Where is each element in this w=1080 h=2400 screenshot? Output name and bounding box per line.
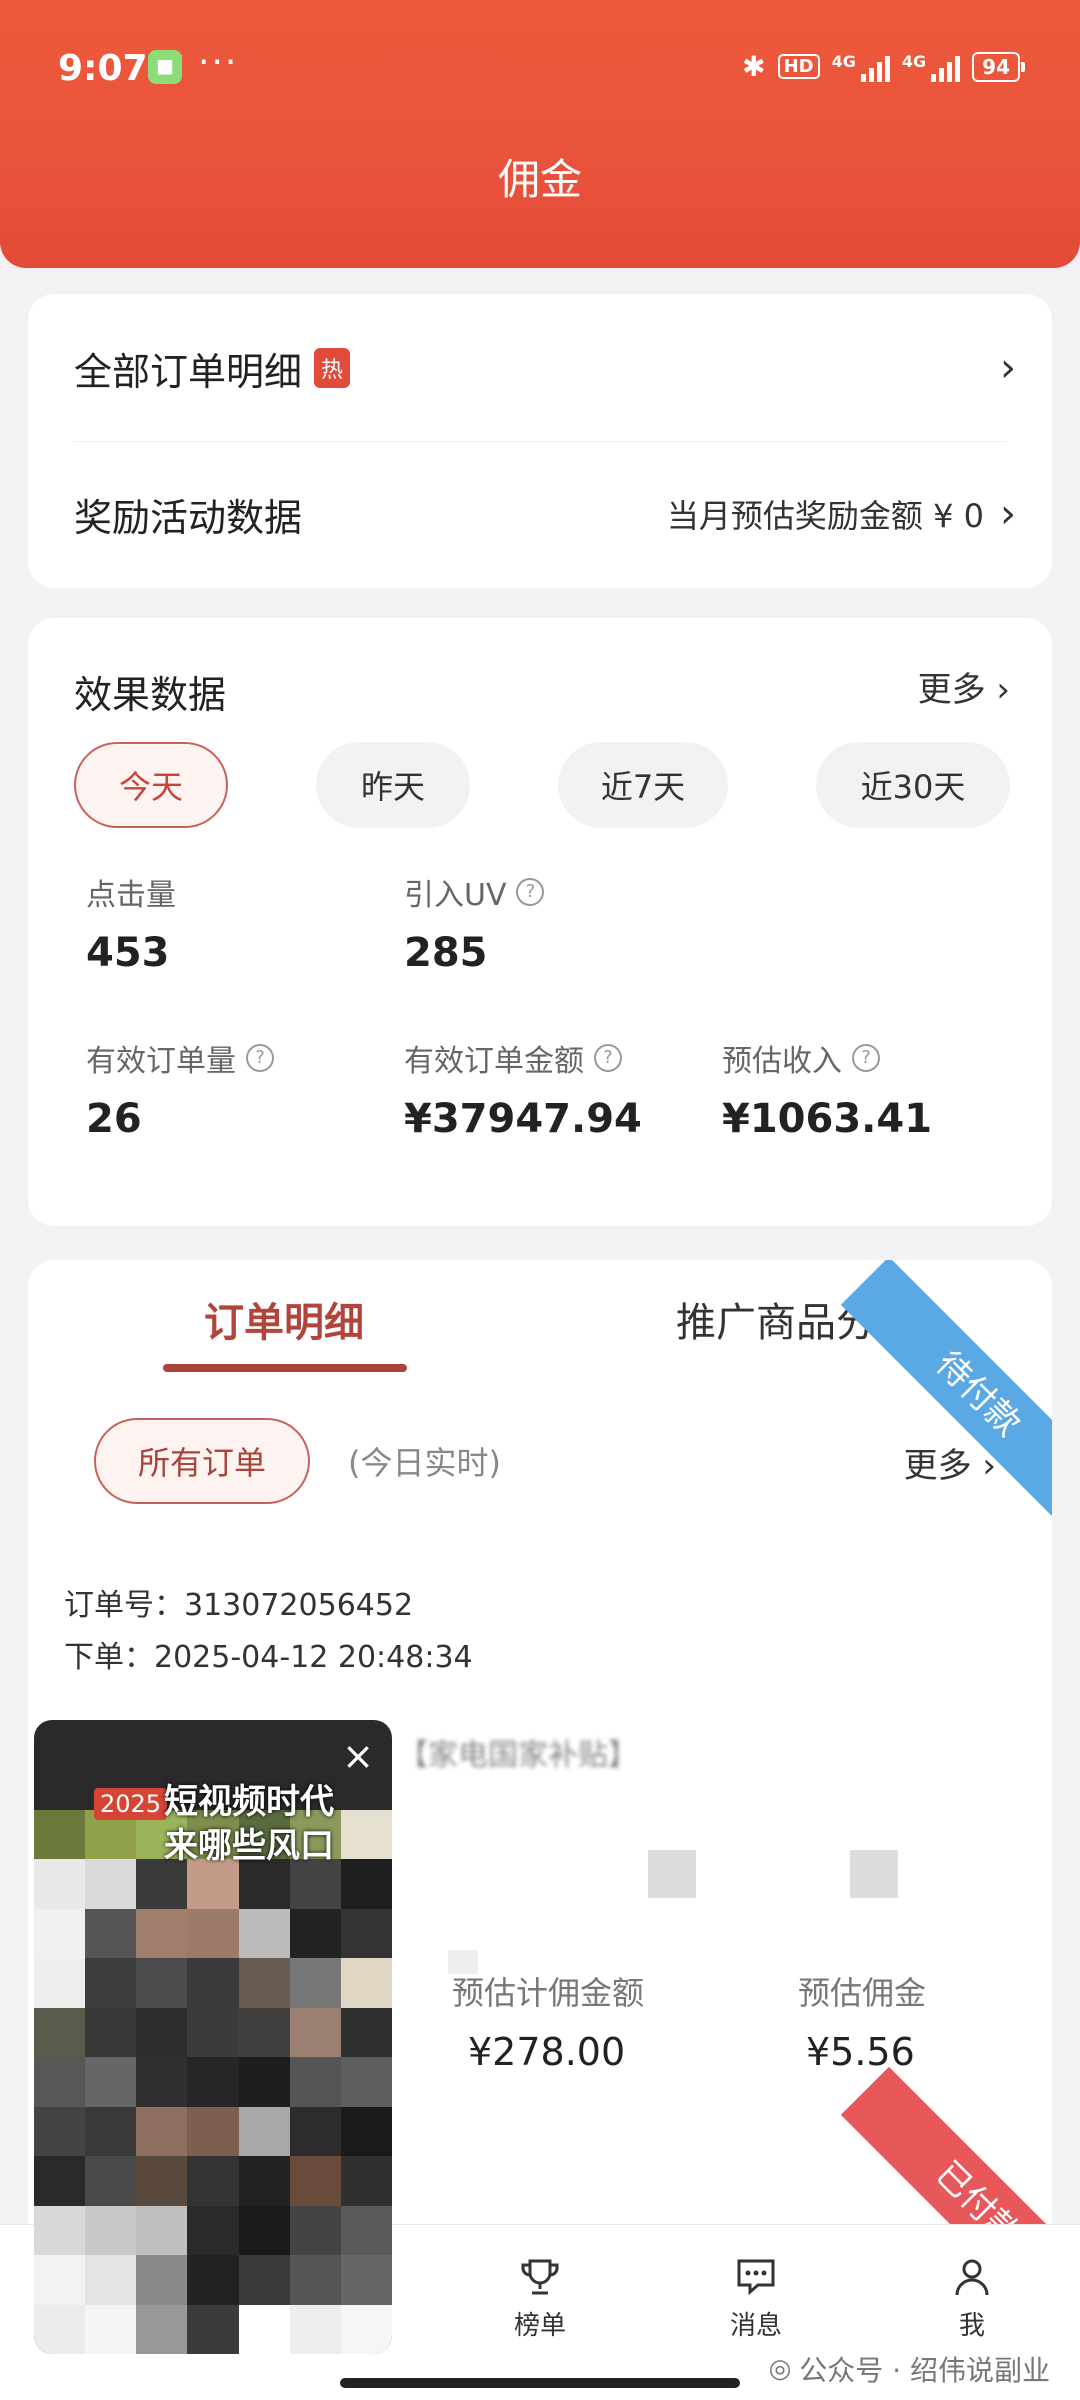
order-time: 下单：2025-04-12 20:48:34 xyxy=(64,1640,473,1675)
nav-messages-label: 消息 xyxy=(729,2311,782,2341)
battery-icon: 94 xyxy=(972,51,1025,82)
more-notifications-icon: ··· xyxy=(198,42,239,83)
est-commission-value: ¥5.56 xyxy=(806,2030,915,2074)
period-today[interactable]: 今天 xyxy=(74,742,228,828)
header: 9:07 ◼ ··· ✱ HD 4G 4G 94 佣金 xyxy=(0,0,1080,268)
effect-title: 效果数据 xyxy=(74,673,227,717)
metric-est-income: 预估收入? ¥1063.41 xyxy=(722,1044,933,1142)
metric-clicks: 点击量 453 xyxy=(86,878,176,976)
hot-badge: 热 xyxy=(314,348,351,388)
metric-valid-orders: 有效订单量? 26 xyxy=(86,1036,274,1142)
status-icons: ✱ HD 4G 4G 94 xyxy=(742,50,1025,83)
floating-video-player[interactable]: 2025 短视频时代 来哪些风口 × xyxy=(34,1720,392,2354)
wechat-icon: ◎ xyxy=(768,2354,792,2384)
user-icon xyxy=(955,2259,989,2296)
period-yesterday[interactable]: 昨天 xyxy=(316,742,470,828)
est-commission-label: 预估佣金 xyxy=(798,1974,927,2012)
tab-order-details[interactable]: 订单明细 xyxy=(204,1290,364,1348)
nav-rank[interactable]: 榜单 xyxy=(480,2255,600,2342)
period-7-days[interactable]: 近7天 xyxy=(558,742,728,828)
message-icon xyxy=(737,2259,775,2296)
effect-data-card: 效果数据 更多 › 今天 昨天 近7天 近30天 点击量 453 引入UV? 2… xyxy=(28,618,1052,1226)
metric-uv: 引入UV? 285 xyxy=(404,870,545,976)
help-icon[interactable]: ? xyxy=(516,878,545,906)
help-icon[interactable]: ? xyxy=(246,1044,274,1072)
est-base-label: 预估计佣金额 xyxy=(452,1974,645,2012)
app-notification-icon: ◼ xyxy=(148,50,182,84)
status-bar: 9:07 ◼ ··· ✱ HD 4G 4G 94 xyxy=(0,0,1080,140)
blurred-image xyxy=(850,1850,898,1898)
est-base-value: ¥278.00 xyxy=(468,2030,626,2074)
bluetooth-icon: ✱ xyxy=(742,50,766,83)
reward-amount: 当月预估奖励金额 ¥ 0 xyxy=(666,497,984,535)
signal-icon-2: 4G xyxy=(902,52,961,82)
all-orders-label: 全部订单明细 xyxy=(74,349,303,394)
period-30-days[interactable]: 近30天 xyxy=(816,742,1010,828)
nav-me-label: 我 xyxy=(958,2311,985,2341)
chevron-right-icon: › xyxy=(1000,345,1016,391)
hd-icon: HD xyxy=(777,54,820,79)
divider xyxy=(74,441,1006,442)
close-icon[interactable]: × xyxy=(342,1734,374,1778)
all-orders-row[interactable]: 全部订单明细 热 › xyxy=(74,338,1016,398)
help-icon[interactable]: ? xyxy=(852,1044,880,1072)
nav-me[interactable]: 我 xyxy=(912,2255,1032,2342)
product-title: 【家电国家补贴】 xyxy=(398,1738,638,1773)
watermark: ◎ 公众号 · 绍伟说副业 xyxy=(768,2354,1050,2387)
help-icon[interactable]: ? xyxy=(594,1044,622,1072)
reward-data-row[interactable]: 奖励活动数据 当月预估奖励金额 ¥ 0 › xyxy=(74,484,1016,544)
trophy-icon xyxy=(521,2259,559,2295)
order-number: 订单号：313072056452 xyxy=(64,1588,414,1623)
video-title: 短视频时代 来哪些风口 xyxy=(164,1782,334,1866)
metric-valid-amount: 有效订单金额? ¥37947.94 xyxy=(404,1044,642,1142)
status-ribbon-pending: 待付款 xyxy=(840,1260,1052,1532)
status-time: 9:07 xyxy=(58,48,148,89)
nav-rank-label: 榜单 xyxy=(513,2311,566,2341)
home-indicator[interactable] xyxy=(340,2378,740,2388)
video-frame xyxy=(34,1810,392,2354)
period-selector: 今天 昨天 近7天 近30天 xyxy=(74,742,1010,828)
effect-more-link[interactable]: 更多 › xyxy=(918,662,1010,711)
realtime-label: (今日实时) xyxy=(348,1444,501,1482)
video-year-badge: 2025 xyxy=(94,1788,168,1820)
signal-icon: 4G xyxy=(832,52,890,82)
reward-data-label: 奖励活动数据 xyxy=(74,495,303,540)
active-tab-indicator xyxy=(163,1364,407,1372)
blurred-image xyxy=(648,1850,696,1898)
all-orders-filter[interactable]: 所有订单 xyxy=(94,1418,310,1504)
links-card: 全部订单明细 热 › 奖励活动数据 当月预估奖励金额 ¥ 0 › xyxy=(28,294,1052,588)
page-title: 佣金 xyxy=(497,155,582,204)
chevron-right-icon: › xyxy=(1000,491,1016,537)
nav-messages[interactable]: 消息 xyxy=(696,2255,816,2342)
